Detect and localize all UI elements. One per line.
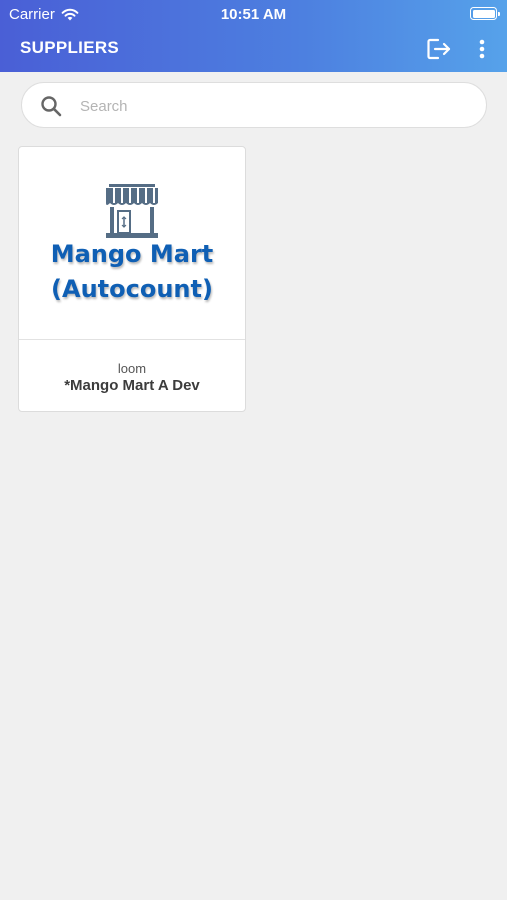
more-vertical-icon — [479, 39, 485, 59]
status-time: 10:51 AM — [220, 6, 287, 23]
logout-button[interactable] — [426, 37, 452, 61]
logout-icon — [427, 38, 451, 60]
battery-icon — [470, 7, 500, 20]
search-icon — [41, 96, 62, 117]
search-input[interactable] — [80, 91, 470, 121]
logo-text-line2: (Autocount) — [51, 275, 213, 303]
supplier-name: *Mango Mart A Dev — [64, 377, 200, 394]
logo-text-line1: Mango Mart — [50, 240, 214, 268]
storefront-icon — [106, 184, 158, 238]
supplier-card[interactable]: Mango Mart (Autocount) loom *Mango Mart … — [18, 146, 246, 412]
app-header: Carrier 10:51 AM SUPPLIERS — [0, 0, 507, 72]
status-bar: Carrier 10:51 AM — [0, 0, 507, 28]
supplier-logo: Mango Mart (Autocount) — [19, 147, 245, 340]
supplier-subtitle: loom — [117, 361, 147, 376]
search-bar[interactable] — [21, 82, 487, 128]
more-options-button[interactable] — [472, 37, 492, 61]
battery-fill — [472, 9, 495, 18]
page-title: SUPPLIERS — [20, 38, 120, 57]
